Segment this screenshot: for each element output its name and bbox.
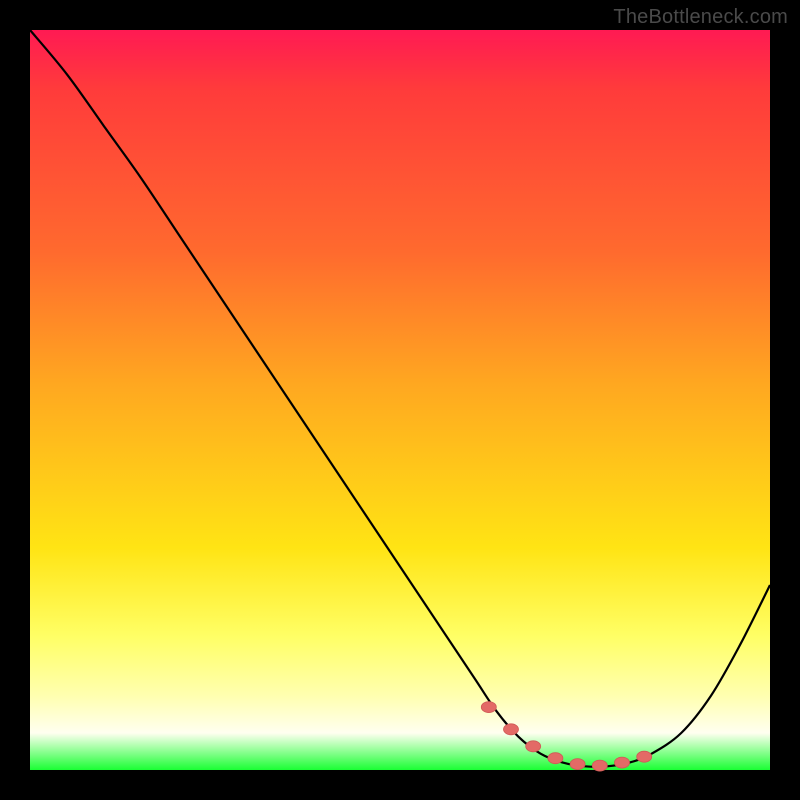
curve-marker [504, 724, 519, 735]
bottleneck-curve-line [30, 30, 770, 767]
curve-marker [637, 751, 652, 762]
curve-marker [570, 759, 585, 770]
curve-marker [615, 757, 630, 768]
chart-frame: TheBottleneck.com [0, 0, 800, 800]
marker-cluster [481, 702, 651, 772]
curve-marker [526, 741, 541, 752]
bottleneck-curve-svg [30, 30, 770, 770]
curve-marker [481, 702, 496, 713]
curve-marker [548, 753, 563, 764]
plot-area [30, 30, 770, 770]
watermark-text: TheBottleneck.com [613, 6, 788, 29]
curve-marker [592, 760, 607, 771]
